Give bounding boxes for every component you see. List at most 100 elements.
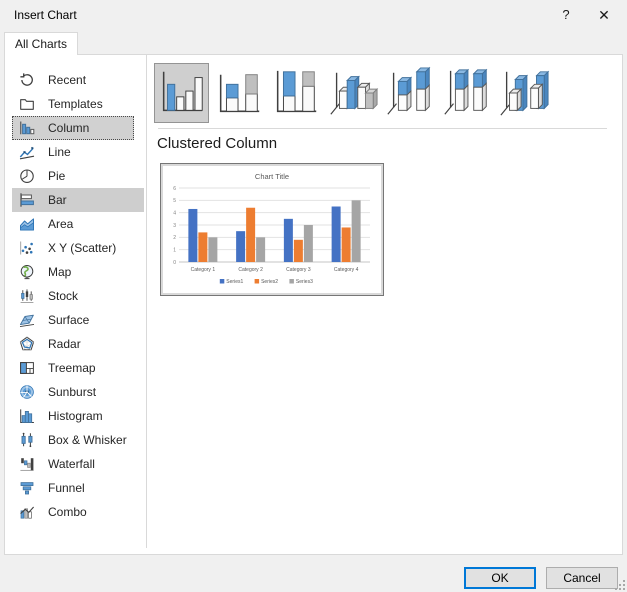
sidebar-item-label: Box & Whisker — [48, 433, 127, 447]
sidebar-item-label: Map — [48, 265, 72, 279]
sidebar-item-label: Templates — [48, 97, 103, 111]
sidebar-item-column[interactable]: Column — [12, 116, 134, 140]
column-icon — [19, 120, 35, 136]
sidebar-item-label: Radar — [48, 337, 81, 351]
svg-text:3: 3 — [173, 223, 176, 229]
subtype-thumb-3d-100-stacked-column-icon[interactable] — [439, 63, 494, 123]
3d-100-stacked-column-icon — [444, 68, 488, 115]
window-title: Insert Chart — [14, 8, 77, 22]
sidebar-item-recent[interactable]: Recent — [12, 68, 134, 92]
sidebar-item-sunburst[interactable]: Sunburst — [12, 380, 134, 404]
sidebar-item-label: Line — [48, 145, 71, 159]
svg-text:Series3: Series3 — [296, 279, 313, 285]
cancel-button[interactable]: Cancel — [546, 567, 618, 589]
close-icon[interactable]: ✕ — [589, 0, 619, 30]
100-stacked-column-icon — [276, 70, 317, 113]
pie-icon — [19, 168, 35, 184]
svg-text:Category 3: Category 3 — [286, 267, 311, 273]
sidebar-item-label: Treemap — [48, 361, 96, 375]
map-icon — [19, 264, 35, 280]
help-icon[interactable]: ? — [551, 0, 581, 30]
subtype-thumb-3d-stacked-column-icon[interactable] — [382, 63, 437, 123]
stacked-column-icon — [219, 74, 260, 113]
scatter-icon — [19, 240, 35, 256]
sidebar-item-label: Funnel — [48, 481, 85, 495]
area-icon — [19, 216, 35, 232]
subtype-thumbnails — [154, 63, 553, 123]
sidebar-item-label: Recent — [48, 73, 87, 87]
sidebar-item-label: Pie — [48, 169, 66, 183]
sunburst-icon — [19, 384, 35, 400]
box-whisker-icon — [19, 432, 35, 448]
svg-text:Category 1: Category 1 — [191, 267, 216, 273]
svg-text:Category 2: Category 2 — [238, 267, 263, 273]
sidebar-item-bar[interactable]: Bar — [12, 188, 144, 212]
sidebar-item-label: Waterfall — [48, 457, 95, 471]
subtype-thumb-3d-column-icon[interactable] — [496, 63, 551, 123]
sidebar-item-surface[interactable]: Surface — [12, 308, 134, 332]
sidebar-item-funnel[interactable]: Funnel — [12, 476, 134, 500]
sidebar-item-radar[interactable]: Radar — [12, 332, 134, 356]
combo-icon — [19, 504, 35, 520]
svg-text:4: 4 — [173, 210, 176, 216]
radar-icon — [19, 336, 35, 352]
ok-button[interactable]: OK — [464, 567, 536, 589]
tab-all-charts[interactable]: All Charts — [4, 32, 79, 55]
3d-stacked-column-icon — [387, 66, 431, 115]
svg-text:Category 4: Category 4 — [334, 267, 359, 273]
recent-icon — [19, 72, 35, 88]
svg-text:Series2: Series2 — [261, 279, 278, 285]
subtype-thumb-stacked-column-icon[interactable] — [211, 63, 266, 123]
svg-text:1: 1 — [173, 247, 176, 253]
subtype-thumb-100-stacked-column-icon[interactable] — [268, 63, 323, 123]
line-icon — [19, 144, 35, 160]
sidebar-item-label: Combo — [48, 505, 87, 519]
divider — [158, 128, 607, 129]
chart-subtype-area: Clustered Column Chart Title 0 1 2 3 4 5 6 Categ… — [148, 55, 622, 554]
sidebar-item-label: X Y (Scatter) — [48, 241, 117, 255]
sidebar-item-stock[interactable]: Stock — [12, 284, 134, 308]
selected-subtype-heading: Clustered Column — [157, 135, 278, 152]
resize-grip-icon[interactable] — [614, 579, 626, 591]
sidebar-item-treemap[interactable]: Treemap — [12, 356, 134, 380]
svg-text:2: 2 — [173, 235, 176, 241]
templates-icon — [19, 96, 35, 112]
histogram-icon — [19, 408, 35, 424]
subtype-thumb-clustered-column-icon[interactable] — [154, 63, 209, 123]
funnel-icon — [19, 480, 35, 496]
sidebar-item-area[interactable]: Area — [12, 212, 134, 236]
sidebar-item-box-whisker[interactable]: Box & Whisker — [12, 428, 134, 452]
waterfall-icon — [19, 456, 35, 472]
sidebar-item-x-y-scatter[interactable]: X Y (Scatter) — [12, 236, 134, 260]
sidebar-item-label: Bar — [48, 193, 67, 207]
sidebar-item-label: Sunburst — [48, 385, 97, 399]
sidebar-item-histogram[interactable]: Histogram — [12, 404, 134, 428]
surface-icon — [19, 312, 35, 328]
svg-text:Chart Title: Chart Title — [255, 172, 289, 181]
sidebar-item-label: Column — [48, 121, 90, 135]
sidebar-item-waterfall[interactable]: Waterfall — [12, 452, 134, 476]
sidebar-item-combo[interactable]: Combo — [12, 500, 134, 524]
sidebar-item-label: Area — [48, 217, 74, 231]
sidebar-item-templates[interactable]: Templates — [12, 92, 134, 116]
3d-clustered-column-icon — [330, 72, 379, 115]
svg-text:0: 0 — [173, 260, 176, 266]
svg-text:6: 6 — [173, 186, 176, 192]
bar-icon — [19, 192, 35, 208]
sidebar-item-label: Stock — [48, 289, 79, 303]
chart-type-list: Recent Templates Column Line Pie Bar Area X Y (… — [5, 55, 147, 548]
sidebar-item-map[interactable]: Map — [12, 260, 134, 284]
sidebar-item-line[interactable]: Line — [12, 140, 134, 164]
chart-preview-canvas: Chart Title 0 1 2 3 4 5 6 Category 1 Category 2 Ca… — [163, 166, 381, 293]
chart-preview[interactable]: Chart Title 0 1 2 3 4 5 6 Category 1 Category 2 Ca… — [160, 163, 384, 296]
stock-icon — [19, 288, 35, 304]
clustered-column-icon — [162, 71, 203, 112]
titlebar: Insert Chart ? ✕ — [0, 0, 627, 30]
chart-panel: Recent Templates Column Line Pie Bar Area X Y (… — [4, 54, 623, 555]
treemap-icon — [19, 360, 35, 376]
sidebar-item-label: Surface — [48, 313, 90, 327]
subtype-thumb-3d-clustered-column-icon[interactable] — [325, 63, 380, 123]
3d-column-icon — [500, 70, 550, 116]
svg-text:5: 5 — [173, 198, 176, 204]
sidebar-item-pie[interactable]: Pie — [12, 164, 134, 188]
